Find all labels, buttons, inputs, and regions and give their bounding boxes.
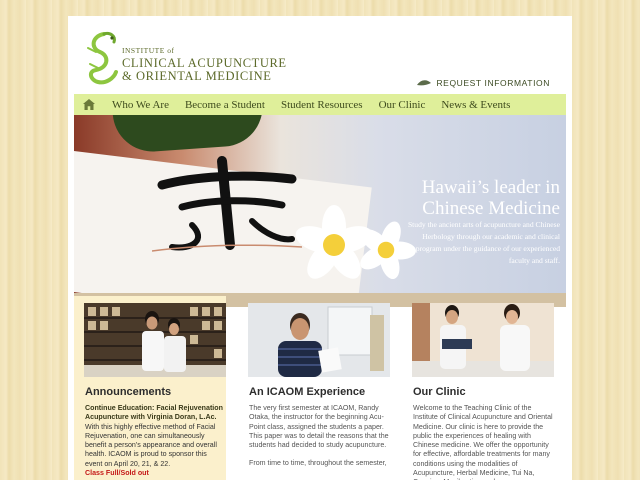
experience-paragraph: The very first semester at ICAOM, Randy … xyxy=(249,404,389,450)
request-information-link[interactable]: REQUEST INFORMATION xyxy=(416,78,550,88)
announcement-title-link[interactable]: Continue Education: Facial Rejuvenation … xyxy=(85,404,225,423)
plumeria-flower-icon xyxy=(295,205,416,280)
hero-leaf-decoration xyxy=(112,115,266,155)
our-clinic-heading: Our Clinic xyxy=(413,386,466,398)
clinic-paragraph: Welcome to the Teaching Clinic of the In… xyxy=(413,404,553,480)
nav-who-we-are[interactable]: Who We Are xyxy=(104,99,177,111)
logo-line-1: INSTITUTE of xyxy=(122,46,175,55)
hero-description: Study the ancient arts of acupuncture an… xyxy=(407,220,560,265)
nav-news-events[interactable]: News & Events xyxy=(433,99,518,111)
icaom-experience-column: An ICAOM Experience The very first semes… xyxy=(242,296,394,480)
experience-paragraph: From time to time, throughout the semest… xyxy=(249,459,387,468)
our-clinic-body: Welcome to the Teaching Clinic of the In… xyxy=(413,404,553,480)
icaom-experience-heading: An ICAOM Experience xyxy=(249,386,366,398)
our-clinic-column: Our Clinic Welcome to the Teaching Clini… xyxy=(406,296,558,480)
announcements-photo[interactable] xyxy=(84,303,226,377)
announcements-body: Continue Education: Facial Rejuvenation … xyxy=(85,404,225,478)
clinic-photo[interactable] xyxy=(412,303,554,377)
announcement-text: With this highly effective method of Fac… xyxy=(85,422,217,468)
request-information-label: REQUEST INFORMATION xyxy=(436,78,550,88)
leaf-icon xyxy=(417,80,432,86)
page-container: INSTITUTE of CLINICAL ACUPUNCTURE & ORIE… xyxy=(68,16,572,480)
nav-become-a-student[interactable]: Become a Student xyxy=(177,99,273,111)
herb-pharmacy-image-icon xyxy=(84,303,226,377)
logo-line-3: & ORIENTAL MEDICINE xyxy=(122,69,272,83)
announcements-column: Announcements Continue Education: Facial… xyxy=(74,296,226,480)
site-logo[interactable]: INSTITUTE of CLINICAL ACUPUNCTURE & ORIE… xyxy=(84,30,287,90)
clinic-treatment-image-icon xyxy=(412,303,554,377)
student-portrait-image-icon xyxy=(248,303,390,377)
home-icon xyxy=(83,99,95,110)
calligraphy-brush-icon xyxy=(152,156,302,252)
hero-title: Hawaii’s leader in Chinese Medicine xyxy=(421,177,560,219)
nav-home[interactable] xyxy=(74,94,104,115)
hero-banner: Hawaii’s leader in Chinese Medicine Stud… xyxy=(74,115,566,293)
nav-our-clinic[interactable]: Our Clinic xyxy=(371,99,434,111)
icaom-experience-body: The very first semester at ICAOM, Randy … xyxy=(249,404,389,478)
announcements-heading: Announcements xyxy=(85,386,172,398)
experience-photo[interactable] xyxy=(248,303,390,377)
nav-student-resources[interactable]: Student Resources xyxy=(273,99,371,111)
main-nav: Who We Are Become a Student Student Reso… xyxy=(74,94,566,115)
logo-line-2: CLINICAL ACUPUNCTURE xyxy=(122,55,287,70)
logo-wordmark: INSTITUTE of CLINICAL ACUPUNCTURE & ORIE… xyxy=(122,47,287,83)
dragon-logo-icon xyxy=(87,32,118,85)
status-badge: Class Full/Sold out xyxy=(85,469,149,478)
